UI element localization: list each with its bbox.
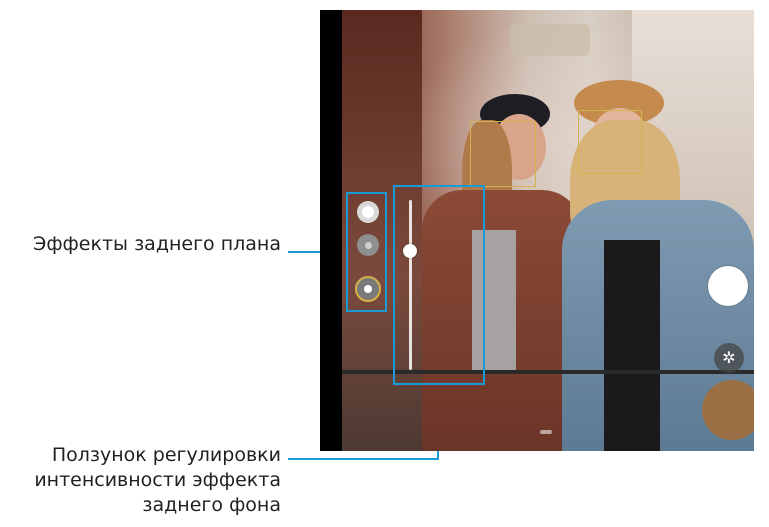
background-effects-label: Эффекты заднего плана: [33, 233, 281, 255]
camera-mode-pill[interactable]: [510, 24, 590, 56]
intensity-slider-highlight: [393, 185, 485, 385]
shutter-button[interactable]: [708, 266, 748, 306]
slider-leader-horizontal: [288, 458, 439, 460]
intensity-slider-label-line-1: Ползунок регулировки: [51, 444, 281, 466]
intensity-slider-label-line-3: заднего фона: [142, 494, 281, 516]
face-focus-box-right: [578, 110, 642, 174]
intensity-slider-label-line-2: интенсивности эффекта: [34, 469, 281, 491]
zoom-indicator[interactable]: [540, 430, 552, 434]
background-effects-highlight: [346, 192, 387, 312]
face-focus-box-left: [470, 121, 536, 187]
flash-icon[interactable]: ✲: [714, 343, 744, 373]
intensity-slider-label: Ползунок регулировки интенсивности эффек…: [34, 443, 281, 518]
